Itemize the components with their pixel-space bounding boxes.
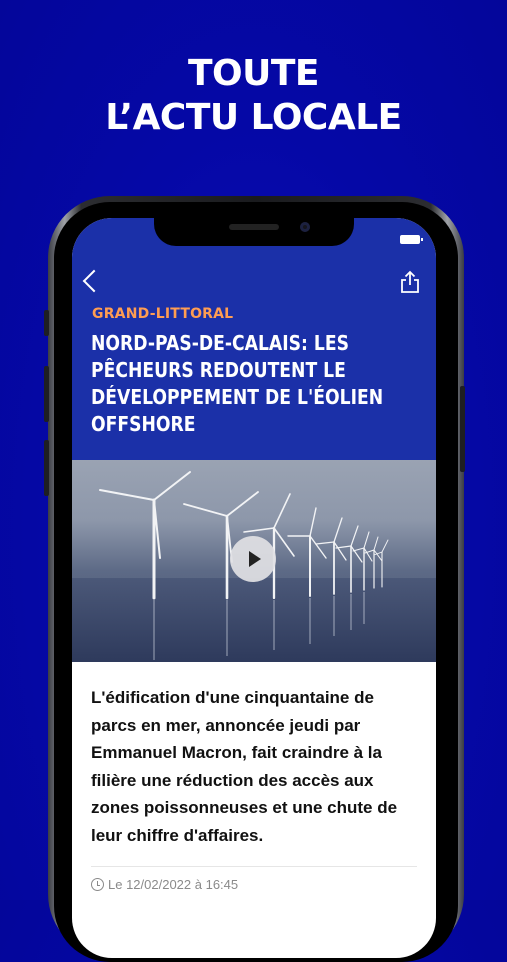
article-header: GRAND-LITTORAL NORD-PAS-DE-CALAIS: LES P… bbox=[72, 218, 436, 460]
promo-headline-line1: TOUTE bbox=[187, 53, 320, 94]
divider bbox=[91, 866, 417, 867]
article-video[interactable] bbox=[72, 460, 436, 662]
article-date-row: Le 12/02/2022 à 16:45 bbox=[91, 877, 238, 892]
play-icon[interactable] bbox=[230, 536, 276, 582]
article-category[interactable]: GRAND-LITTORAL bbox=[92, 306, 233, 322]
article-lede: L'édification d'une cinquantaine de parc… bbox=[91, 688, 398, 845]
speaker-grille bbox=[229, 224, 279, 230]
promo-headline-line2: L’ACTU LOCALE bbox=[105, 97, 402, 138]
back-chevron-icon[interactable] bbox=[82, 269, 106, 293]
phone-volume-down bbox=[44, 440, 49, 496]
article-date: Le 12/02/2022 à 16:45 bbox=[108, 877, 239, 892]
battery-icon bbox=[400, 235, 423, 244]
clock-icon bbox=[91, 878, 104, 891]
share-icon[interactable] bbox=[400, 270, 420, 294]
phone-volume-up bbox=[44, 366, 49, 422]
phone-power-button bbox=[460, 386, 465, 472]
phone-mute-switch bbox=[44, 310, 49, 336]
phone-screen: GRAND-LITTORAL NORD-PAS-DE-CALAIS: LES P… bbox=[72, 218, 436, 958]
phone-notch bbox=[154, 218, 354, 246]
article-title: NORD-PAS-DE-CALAIS: LES PÊCHEURS REDOUTE… bbox=[91, 331, 384, 436]
front-camera bbox=[300, 222, 310, 232]
